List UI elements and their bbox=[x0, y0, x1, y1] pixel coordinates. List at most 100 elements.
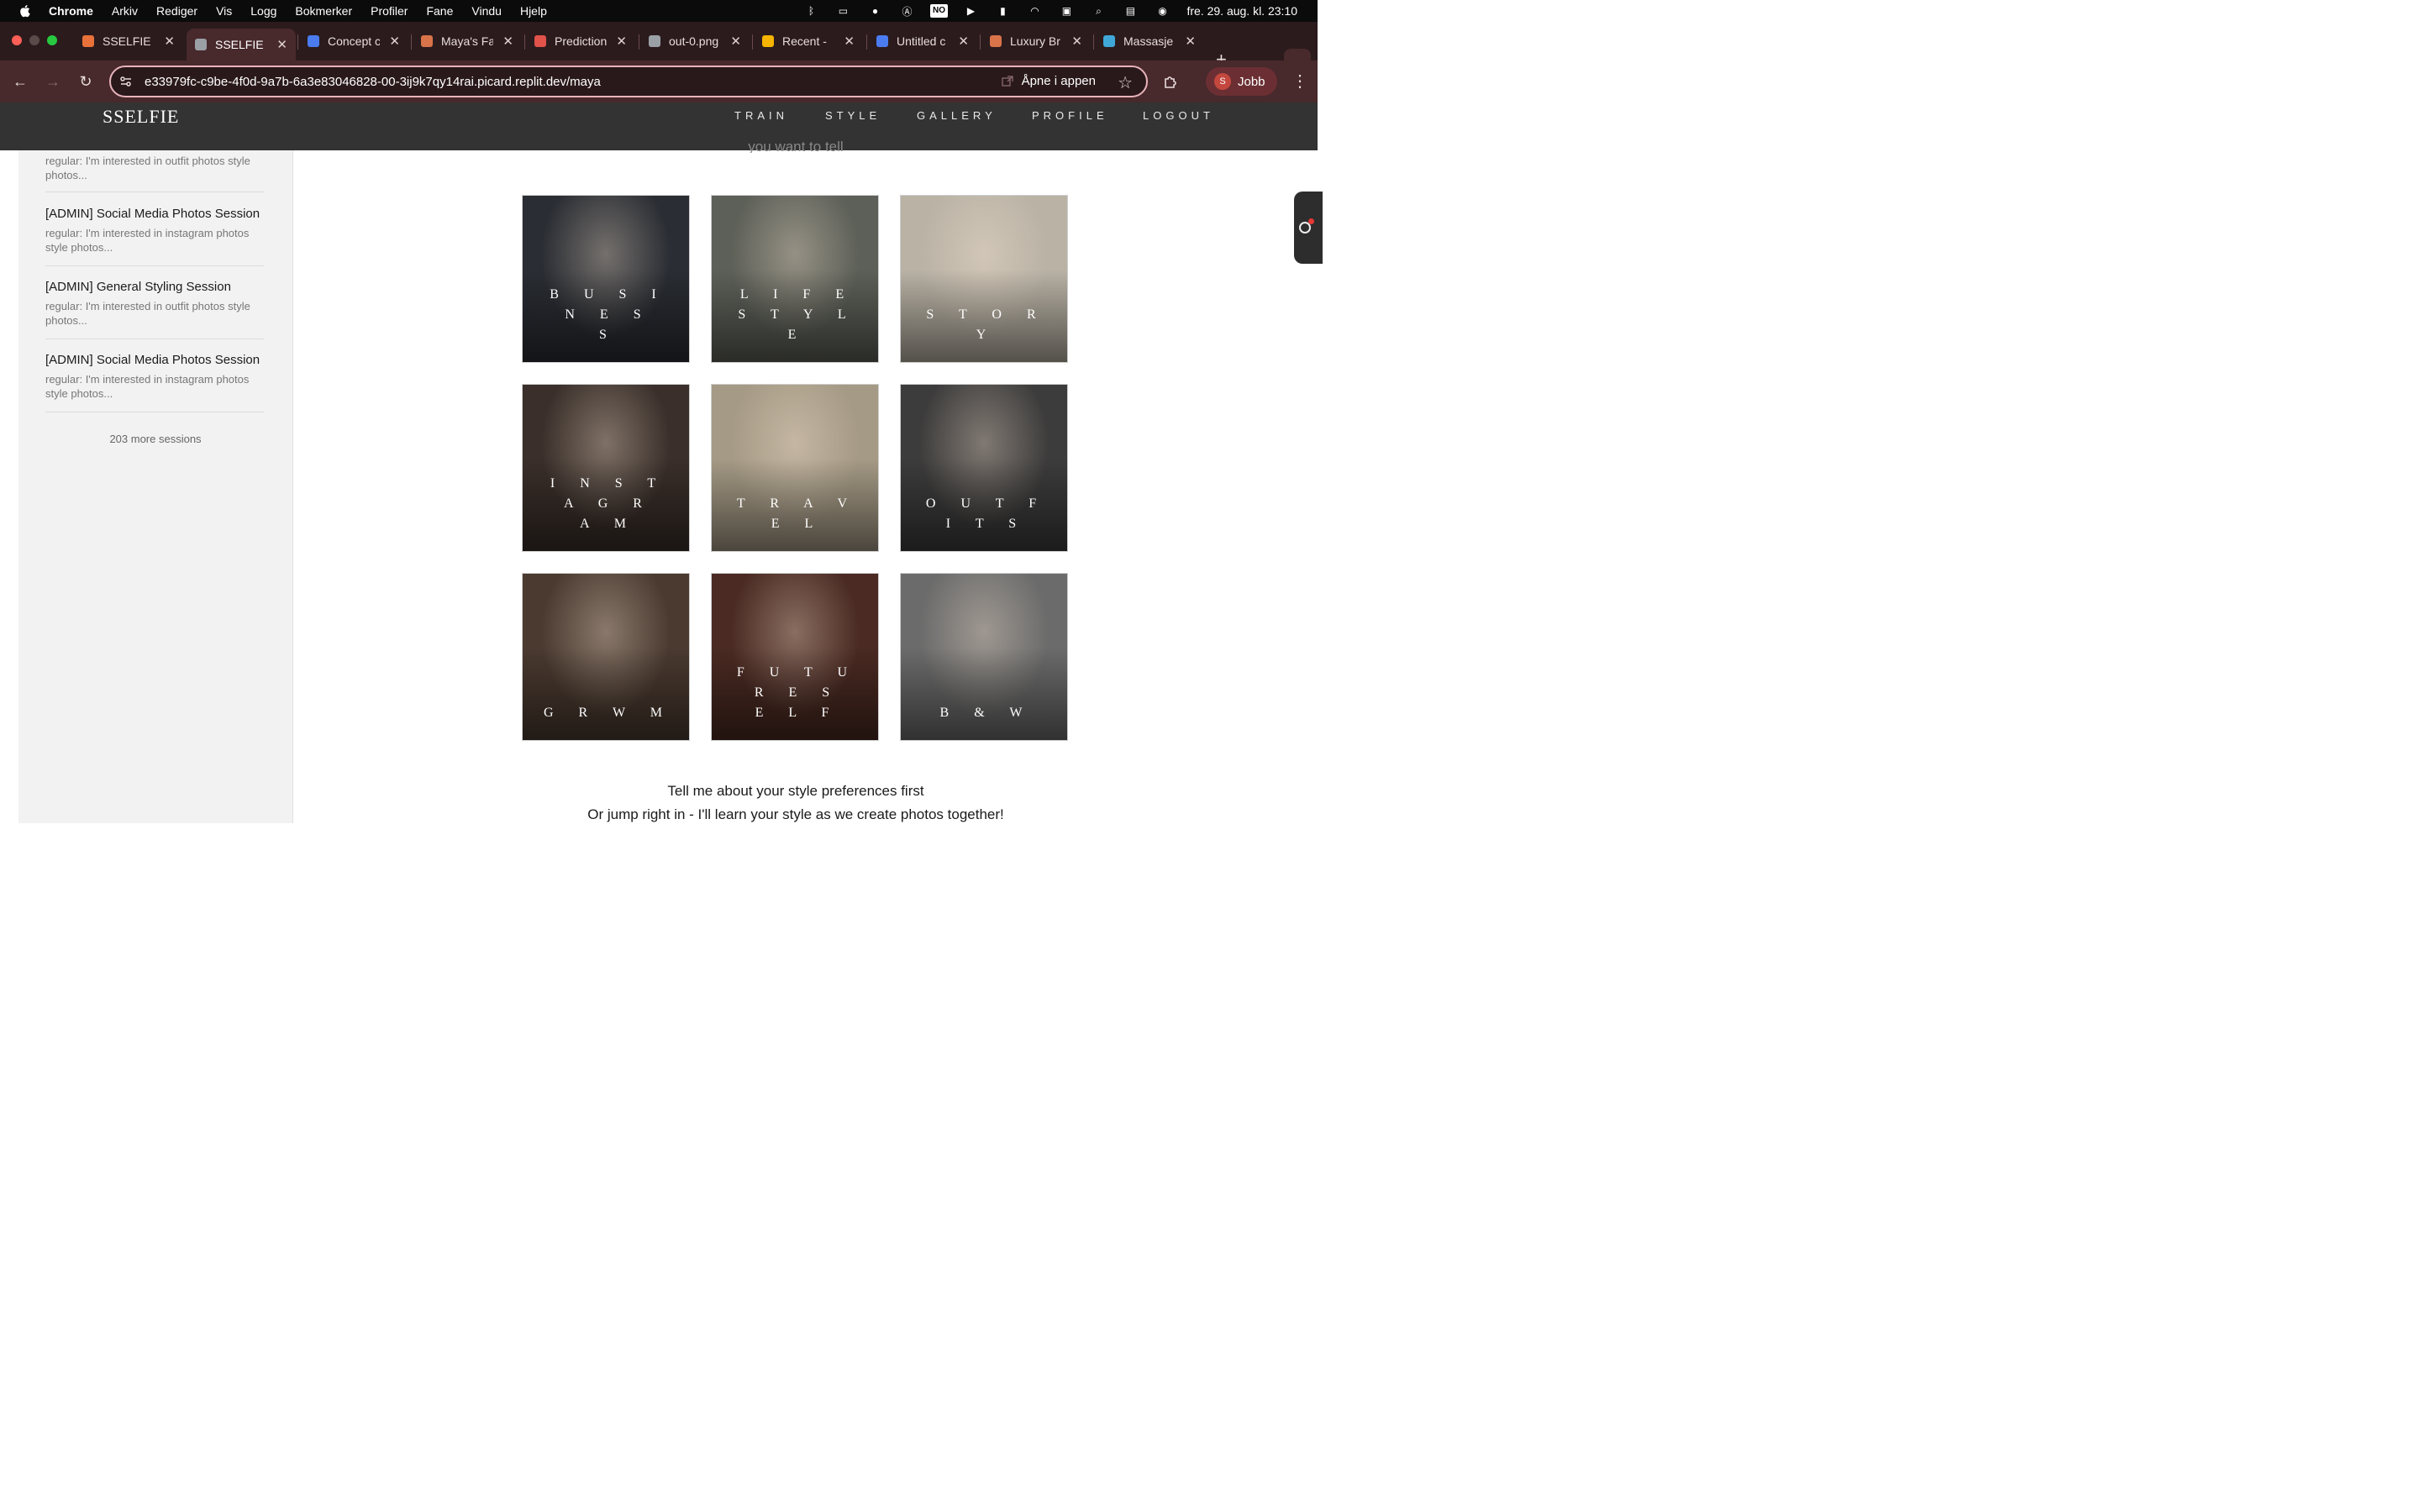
spotlight-search-icon[interactable]: ⌕ bbox=[1091, 5, 1106, 17]
nav-train[interactable]: TRAIN bbox=[734, 109, 788, 122]
menu-rediger[interactable]: Rediger bbox=[156, 4, 197, 18]
control-center-icon[interactable]: ▤ bbox=[1123, 5, 1138, 17]
bookmark-star-icon[interactable]: ☆ bbox=[1118, 72, 1133, 93]
tab-favicon-icon bbox=[308, 35, 319, 47]
back-icon[interactable]: ← bbox=[11, 72, 29, 91]
browser-tab[interactable]: Recent - ✕ bbox=[754, 29, 863, 54]
notification-dot bbox=[1308, 218, 1314, 224]
session-title: [ADMIN] Social Media Photos Session bbox=[45, 353, 260, 367]
tab-separator bbox=[524, 34, 525, 50]
category-card-travel[interactable]: T R A V E L bbox=[711, 384, 879, 552]
category-card-story[interactable]: S T O R Y bbox=[900, 195, 1068, 363]
profile-button[interactable]: S Jobb bbox=[1206, 67, 1277, 96]
tab-close-icon[interactable]: ✕ bbox=[276, 37, 287, 52]
category-card-instagram[interactable]: I N S T A G R A M bbox=[522, 384, 690, 552]
browser-tab[interactable]: out-0.png ✕ bbox=[640, 29, 750, 54]
session-item[interactable]: [ADMIN] Social Media Photos Session regu… bbox=[45, 353, 264, 412]
browser-tab[interactable]: Luxury Br ✕ bbox=[981, 29, 1091, 54]
siri-icon[interactable]: ◉ bbox=[1155, 5, 1170, 17]
tab-close-icon[interactable]: ✕ bbox=[1185, 34, 1196, 49]
wifi-icon[interactable]: ◠ bbox=[1027, 5, 1042, 17]
url-text[interactable]: e33979fc-c9be-4f0d-9a7b-6a3e83046828-00-… bbox=[145, 75, 601, 89]
more-sessions-link[interactable]: 203 more sessions bbox=[18, 433, 292, 445]
tab-close-icon[interactable]: ✕ bbox=[616, 34, 627, 49]
browser-tab[interactable]: Untitled c ✕ bbox=[868, 29, 977, 54]
nav-gallery[interactable]: GALLERY bbox=[917, 109, 997, 122]
nav-profile[interactable]: PROFILE bbox=[1032, 109, 1108, 122]
tab-label: SSELFIE S bbox=[215, 38, 267, 51]
nav-logout[interactable]: LOGOUT bbox=[1143, 109, 1214, 122]
category-label-line-1: B & W bbox=[939, 706, 1034, 720]
category-card-lifestyle[interactable]: L I F E S T Y L E bbox=[711, 195, 879, 363]
chrome-menu-icon[interactable]: ⋮ bbox=[1292, 71, 1308, 92]
apple-icon[interactable] bbox=[18, 4, 30, 18]
session-item[interactable]: regular: I'm interested in outfit photos… bbox=[45, 154, 264, 192]
nav-style[interactable]: STYLE bbox=[825, 109, 881, 122]
menu-vindu[interactable]: Vindu bbox=[471, 4, 502, 18]
minimize-window-icon[interactable] bbox=[29, 35, 39, 45]
window-controls bbox=[12, 35, 57, 45]
session-title: [ADMIN] Social Media Photos Session bbox=[45, 207, 260, 221]
tab-separator bbox=[1093, 34, 1094, 50]
menu-chrome[interactable]: Chrome bbox=[49, 4, 93, 18]
browser-tab[interactable]: SSELFIE S ✕ bbox=[187, 29, 296, 60]
category-card-outfits[interactable]: O U T F I T S bbox=[900, 384, 1068, 552]
browser-tab[interactable]: Maya's Fa ✕ bbox=[413, 29, 522, 54]
browser-tab[interactable]: Prediction ✕ bbox=[526, 29, 635, 54]
session-preview: regular: I'm interested in outfit photos… bbox=[45, 155, 250, 181]
tab-label: Recent - bbox=[782, 34, 827, 48]
session-preview: regular: I'm interested in outfit photos… bbox=[45, 300, 250, 327]
menu-profiler[interactable]: Profiler bbox=[371, 4, 408, 18]
category-label-line-1: O U T F I T S bbox=[925, 496, 1048, 531]
category-card-futureself[interactable]: F U T U R E S E L F bbox=[711, 573, 879, 741]
menu-hjelp[interactable]: Hjelp bbox=[520, 4, 547, 18]
open-in-app-button[interactable]: Åpne i appen bbox=[1022, 74, 1096, 88]
tab-close-icon[interactable]: ✕ bbox=[958, 34, 969, 49]
extensions-icon[interactable] bbox=[1162, 72, 1181, 91]
category-card-b-w[interactable]: B & W bbox=[900, 573, 1068, 741]
screen-mirror-icon[interactable]: ▣ bbox=[1059, 5, 1074, 17]
tab-close-icon[interactable]: ✕ bbox=[1071, 34, 1082, 49]
category-label: I N S T A G R A M bbox=[536, 474, 681, 534]
category-label-line-2: S bbox=[599, 328, 618, 342]
tab-label: out-0.png bbox=[669, 34, 719, 48]
browser-tab[interactable]: Concept c ✕ bbox=[299, 29, 408, 54]
tab-close-icon[interactable]: ✕ bbox=[164, 34, 175, 49]
feedback-widget[interactable] bbox=[1294, 192, 1323, 264]
tab-favicon-icon bbox=[534, 35, 546, 47]
battery-icon[interactable]: ▮ bbox=[995, 5, 1010, 17]
tab-close-icon[interactable]: ✕ bbox=[730, 34, 741, 49]
play-icon[interactable]: ▶ bbox=[963, 5, 978, 17]
brand-logo[interactable]: SSELFIE bbox=[103, 106, 179, 128]
bluetooth-icon[interactable]: ᛒ bbox=[803, 5, 818, 17]
zoom-window-icon[interactable] bbox=[47, 35, 57, 45]
menu-arkiv[interactable]: Arkiv bbox=[112, 4, 138, 18]
menu-logg[interactable]: Logg bbox=[250, 4, 276, 18]
cast-icon[interactable]: ▭ bbox=[835, 5, 850, 17]
clock[interactable]: fre. 29. aug. kl. 23:10 bbox=[1186, 4, 1297, 18]
browser-tab[interactable]: Massasje ✕ bbox=[1095, 29, 1204, 54]
forward-icon[interactable]: → bbox=[44, 72, 62, 91]
tab-close-icon[interactable]: ✕ bbox=[389, 34, 400, 49]
session-item[interactable]: [ADMIN] Social Media Photos Session regu… bbox=[45, 207, 264, 266]
menu-bokmerker[interactable]: Bokmerker bbox=[295, 4, 352, 18]
site-settings-icon[interactable] bbox=[119, 75, 133, 88]
category-card-grwm[interactable]: G R W M bbox=[522, 573, 690, 741]
tab-close-icon[interactable]: ✕ bbox=[502, 34, 513, 49]
browser-tab[interactable]: SSELFIE S ✕ bbox=[74, 29, 183, 54]
tab-close-icon[interactable]: ✕ bbox=[844, 34, 855, 49]
tab-separator bbox=[411, 34, 412, 50]
category-label-line-1: T R A V E L bbox=[736, 496, 859, 531]
address-bar[interactable]: e33979fc-c9be-4f0d-9a7b-6a3e83046828-00-… bbox=[109, 66, 1148, 97]
menu-vis[interactable]: Vis bbox=[216, 4, 232, 18]
menu-fane[interactable]: Fane bbox=[426, 4, 453, 18]
accessibility-icon[interactable]: Ⓐ bbox=[899, 5, 914, 18]
keyboard-layout-icon[interactable]: NO bbox=[929, 4, 948, 18]
reload-icon[interactable]: ↻ bbox=[76, 72, 95, 91]
session-item[interactable]: [ADMIN] General Styling Session regular:… bbox=[45, 280, 264, 339]
tab-label: Luxury Br bbox=[1010, 34, 1060, 48]
category-card-business[interactable]: B U S I N E S S bbox=[522, 195, 690, 363]
grammarly-icon[interactable]: ● bbox=[867, 5, 882, 17]
close-window-icon[interactable] bbox=[12, 35, 22, 45]
category-label-line-2: A M bbox=[580, 517, 637, 531]
